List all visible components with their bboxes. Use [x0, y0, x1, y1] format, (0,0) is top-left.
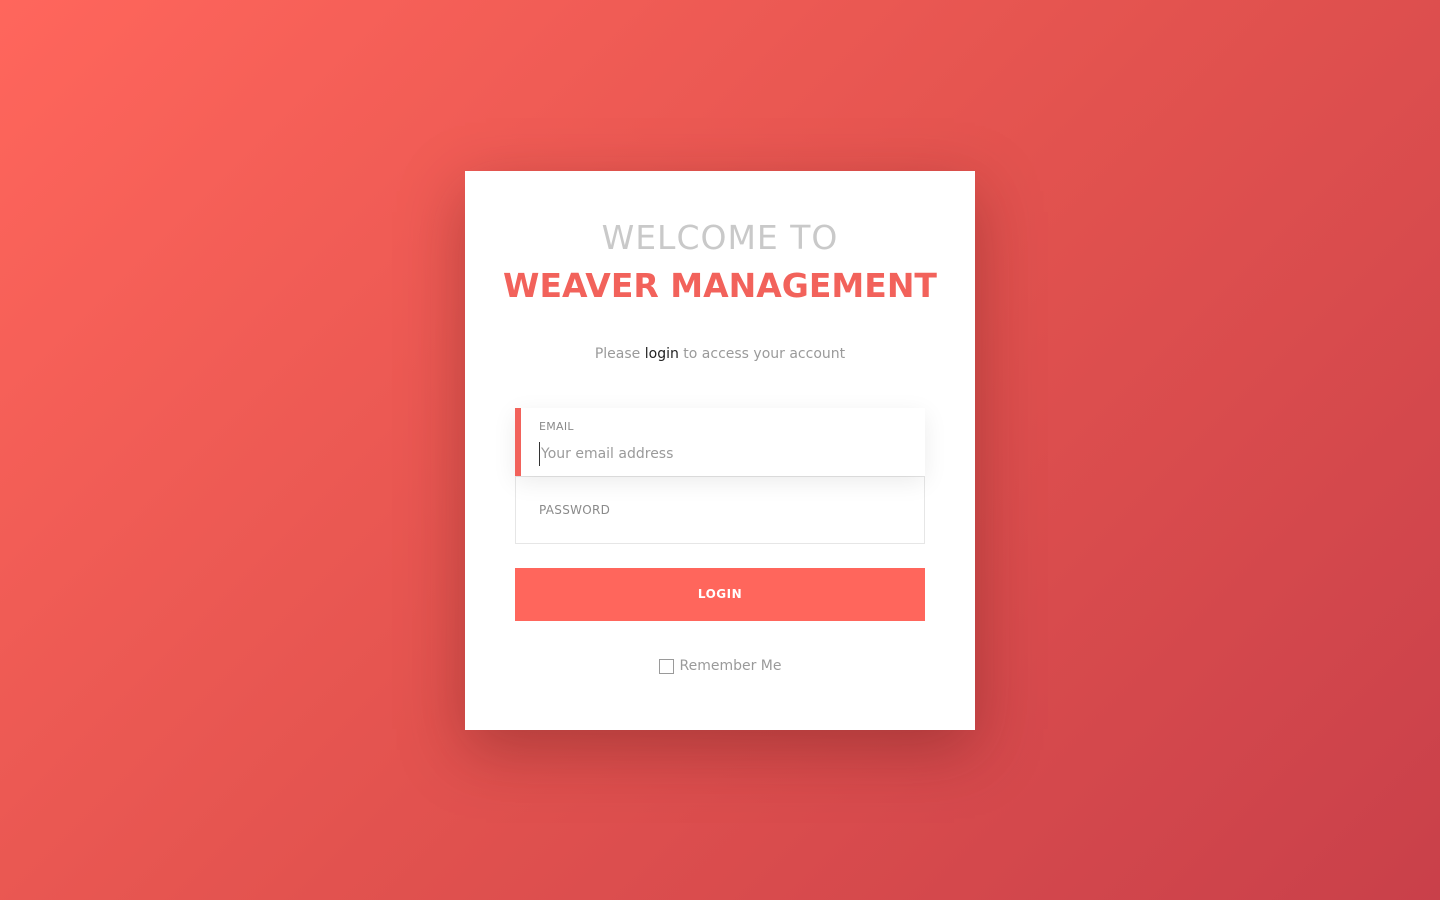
- login-card: WELCOME TO WEAVER MANAGEMENT Please logi…: [465, 171, 975, 730]
- remember-me[interactable]: Remember Me: [465, 658, 975, 674]
- app-title: WEAVER MANAGEMENT: [503, 266, 937, 305]
- login-subtitle: Please login to access your account: [465, 343, 975, 365]
- password-field-group[interactable]: PASSWORD: [515, 476, 925, 544]
- remember-me-checkbox[interactable]: [658, 658, 674, 674]
- subtitle-prefix: Please: [594, 346, 641, 362]
- password-label: PASSWORD: [539, 503, 611, 517]
- email-field-group: EMAIL: [515, 408, 925, 476]
- email-input[interactable]: [539, 442, 901, 466]
- remember-me-label[interactable]: Remember Me: [680, 658, 782, 674]
- login-button[interactable]: LOGIN: [515, 568, 925, 621]
- email-label: EMAIL: [539, 420, 574, 433]
- welcome-heading: WELCOME TO: [601, 218, 839, 257]
- subtitle-suffix: to access your account: [683, 346, 846, 362]
- login-link[interactable]: login: [645, 346, 679, 362]
